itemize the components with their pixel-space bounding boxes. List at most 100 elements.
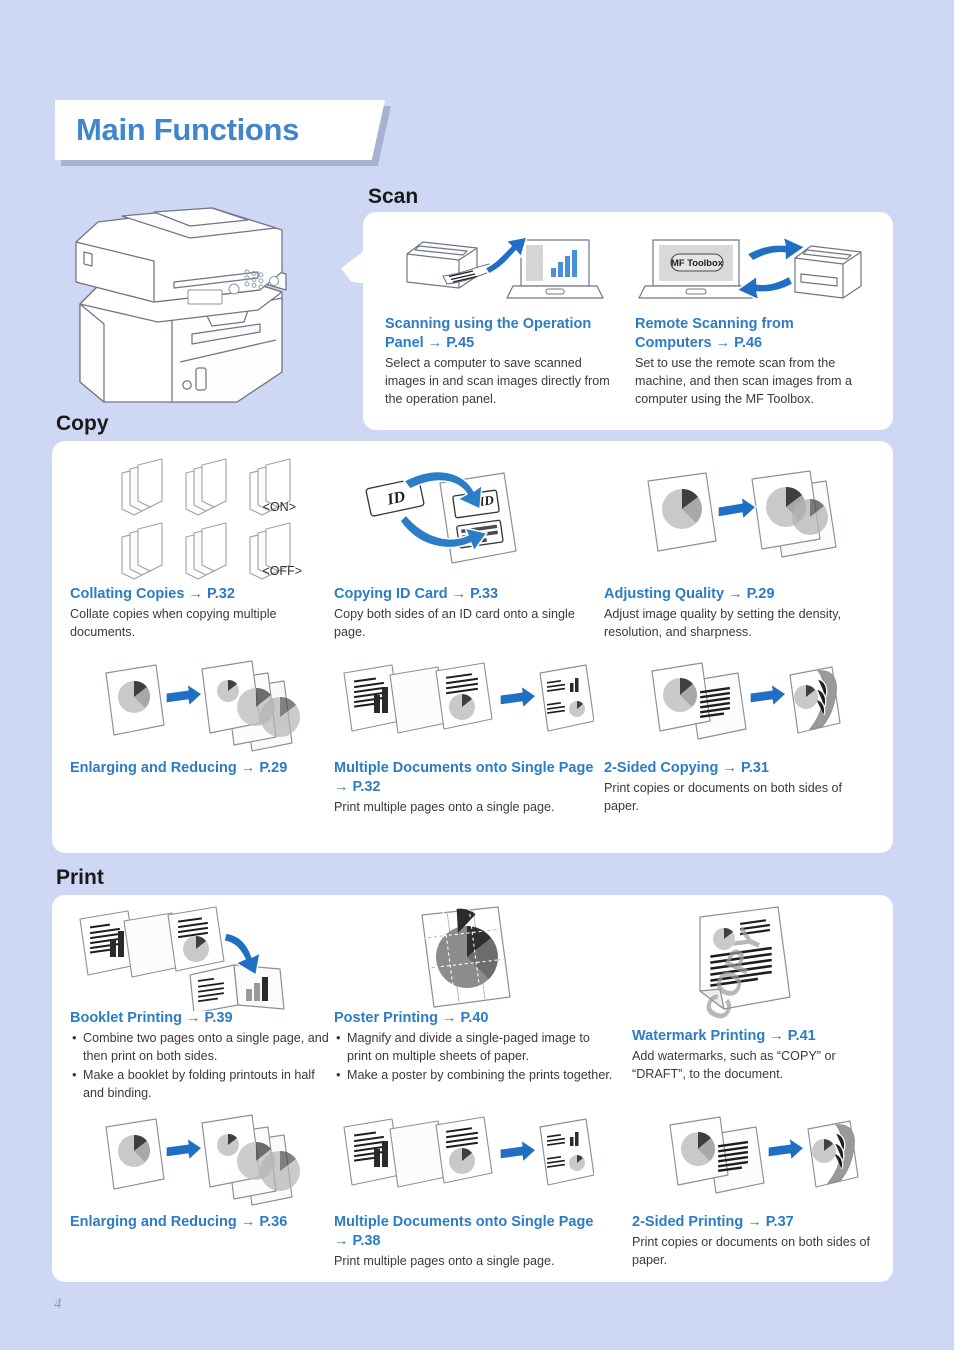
bullet-item: Make a poster by combining the prints to… (336, 1066, 616, 1085)
adjust-quality-icon (604, 455, 876, 585)
feature-link[interactable]: Scanning using the Operation Panel → P.4… (385, 315, 613, 353)
feature-description: Print copies or documents on both sides … (632, 1235, 871, 1267)
feature-card-multiple-documents-print[interactable]: Multiple Documents onto Single Page → P.… (334, 1113, 606, 1271)
page-ref: P.36 (259, 1214, 288, 1230)
feature-description: Select a computer to save scanned images… (385, 356, 610, 406)
feature-title: Remote Scanning from Computers (635, 316, 794, 352)
page-ref: P.45 (446, 335, 475, 352)
feature-card-watermark-printing[interactable]: COPY Watermark Printing → P.41 Add water… (632, 905, 882, 1084)
page-ref: P.39 (204, 1010, 233, 1026)
title-banner: Main Functions (55, 100, 385, 160)
arrow-icon: → (715, 335, 731, 352)
arrow-icon: → (186, 1010, 201, 1026)
page-title: Main Functions (76, 112, 300, 147)
feature-card-remote-scanning-from-computers[interactable]: MF Toolbox Remote Scanning from Computer… (635, 224, 873, 409)
feature-title: Multiple Documents onto Single Page (334, 1214, 594, 1230)
feature-title: Adjusting Quality (604, 586, 725, 602)
page-ref: P.38 (352, 1233, 381, 1250)
feature-link[interactable]: Multiple Documents onto Single Page → P.… (334, 759, 596, 797)
feature-link[interactable]: Copying ID Card → P.33 (334, 585, 596, 604)
two-sided-copy-icon (604, 659, 876, 759)
section-heading-print: Print (56, 866, 104, 889)
feature-link[interactable]: Watermark Printing → P.41 (632, 1027, 882, 1046)
watermark-print-icon: COPY (632, 905, 882, 1027)
bullet-item: Combine two pages onto a single page, an… (72, 1029, 332, 1066)
feature-link[interactable]: 2-Sided Copying → P.31 (604, 759, 876, 778)
feature-description: Copy both sides of an ID card onto a sin… (334, 607, 575, 639)
page-number: 4 (54, 1296, 62, 1312)
collate-copies-icon: <ON> <OFF> (70, 455, 330, 585)
feature-link[interactable]: Collating Copies → P.32 (70, 585, 330, 604)
feature-card-2-sided-copying[interactable]: 2-Sided Copying → P.31 Print copies or d… (604, 659, 876, 816)
feature-card-poster-printing[interactable]: Poster Printing → P.40 Magnify and divid… (334, 905, 616, 1086)
feature-link[interactable]: Enlarging and Reducing → P.36 (70, 1213, 330, 1232)
arrow-icon: → (728, 586, 743, 602)
enlarge-reduce-icon (70, 659, 330, 759)
feature-description: Print multiple pages onto a single page. (334, 1254, 555, 1269)
feature-card-enlarging-reducing-print[interactable]: Enlarging and Reducing → P.36 (70, 1113, 330, 1232)
page-ref: P.40 (460, 1010, 489, 1026)
booklet-print-icon (70, 905, 332, 1011)
arrow-icon: → (427, 335, 443, 352)
section-heading-copy: Copy (56, 412, 109, 435)
feature-card-multiple-documents-copy[interactable]: Multiple Documents onto Single Page → P.… (334, 659, 596, 817)
feature-title: Collating Copies (70, 586, 185, 602)
mf-toolbox-label: MF Toolbox (671, 257, 724, 268)
feature-link[interactable]: Enlarging and Reducing → P.29 (70, 759, 330, 778)
page-title-banner: Main Functions (55, 100, 395, 166)
enlarge-reduce-icon (70, 1113, 330, 1213)
arrow-icon: → (451, 586, 467, 602)
collate-off-label: <OFF> (262, 564, 302, 578)
page-ref: P.32 (352, 779, 381, 796)
feature-card-enlarging-reducing-copy[interactable]: Enlarging and Reducing → P.29 (70, 659, 330, 778)
remote-scan-icon: MF Toolbox (635, 224, 873, 309)
feature-description: Set to use the remote scan from the mach… (635, 356, 853, 406)
arrow-icon: → (240, 1214, 256, 1230)
feature-description: Print copies or documents on both sides … (604, 781, 843, 813)
bullet-item: Make a booklet by folding printouts in h… (72, 1066, 332, 1103)
feature-title: Scanning using the Operation Panel (385, 316, 592, 352)
copy-panel: <ON> <OFF> Collating Copies → P.32 Colla… (52, 441, 893, 853)
feature-title: Enlarging and Reducing (70, 760, 237, 776)
arrow-icon: → (769, 1028, 784, 1044)
poster-print-icon (334, 905, 616, 1009)
feature-title: Enlarging and Reducing (70, 1214, 237, 1230)
feature-card-collating-copies[interactable]: <ON> <OFF> Collating Copies → P.32 Colla… (70, 455, 330, 642)
feature-description: Adjust image quality by setting the dens… (604, 607, 842, 639)
arrow-icon: → (188, 586, 203, 602)
feature-title: Copying ID Card (334, 586, 448, 602)
print-panel: Booklet Printing → P.39 Combine two page… (52, 895, 893, 1282)
scan-panel: Scanning using the Operation Panel → P.4… (363, 212, 893, 430)
arrow-icon: → (334, 1233, 349, 1250)
feature-link[interactable]: 2-Sided Printing → P.37 (632, 1213, 882, 1232)
page-ref: P.37 (765, 1214, 794, 1230)
feature-card-scanning-using-operation-panel[interactable]: Scanning using the Operation Panel → P.4… (385, 224, 613, 409)
feature-link[interactable]: Adjusting Quality → P.29 (604, 585, 876, 604)
feature-card-copying-id-card[interactable]: ID ID Copying ID Card → P.33 Copy both s… (334, 455, 596, 642)
feature-link[interactable]: Multiple Documents onto Single Page → P.… (334, 1213, 606, 1251)
feature-card-adjusting-quality[interactable]: Adjusting Quality → P.29 Adjust image qu… (604, 455, 876, 642)
scan-to-computer-icon (385, 224, 613, 309)
feature-card-booklet-printing[interactable]: Booklet Printing → P.39 Combine two page… (70, 905, 332, 1104)
page-ref: P.31 (740, 760, 769, 776)
feature-description: Collate copies when copying multiple doc… (70, 607, 277, 639)
collate-on-label: <ON> (263, 500, 296, 514)
arrow-icon: → (441, 1010, 457, 1026)
arrow-icon: → (334, 779, 349, 796)
page-ref: P.29 (259, 760, 288, 776)
feature-title: Multiple Documents onto Single Page (334, 760, 594, 776)
feature-link[interactable]: Booklet Printing → P.39 (70, 1009, 332, 1028)
feature-bullets: Magnify and divide a single-paged image … (334, 1029, 616, 1085)
arrow-icon: → (722, 760, 737, 776)
feature-card-2-sided-printing[interactable]: 2-Sided Printing → P.37 Print copies or … (632, 1113, 882, 1270)
page-ref: P.32 (206, 586, 235, 602)
feature-title: Watermark Printing (632, 1028, 766, 1044)
feature-link[interactable]: Remote Scanning from Computers → P.46 (635, 315, 873, 353)
page-ref: P.46 (734, 335, 763, 352)
feature-title: 2-Sided Copying (604, 760, 719, 776)
copy-id-card-icon: ID ID (334, 455, 596, 585)
feature-link[interactable]: Poster Printing → P.40 (334, 1009, 616, 1028)
page-ref: P.33 (470, 586, 499, 602)
feature-title: 2-Sided Printing (632, 1214, 744, 1230)
section-heading-scan: Scan (368, 185, 419, 208)
